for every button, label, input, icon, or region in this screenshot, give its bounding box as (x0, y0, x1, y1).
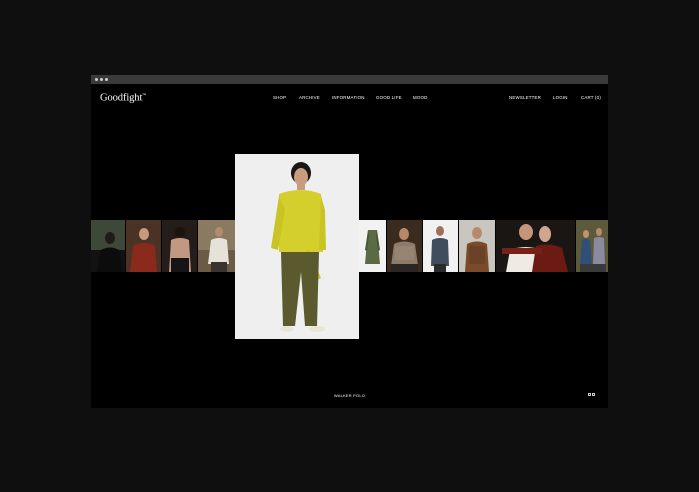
model-photo (576, 220, 608, 272)
model-photo (235, 154, 359, 339)
carousel-thumb[interactable] (496, 220, 575, 272)
carousel-thumb[interactable] (126, 220, 161, 272)
browser-window: Goodfight™ SHOP ARCHIVE INFORMATION GOOD… (91, 75, 608, 408)
grid-view-toggle[interactable] (588, 393, 595, 396)
carousel-thumb[interactable] (459, 220, 495, 272)
nav-good-life[interactable]: GOOD LIFE (376, 95, 402, 100)
model-photo (387, 220, 422, 272)
grid-square-icon (588, 393, 591, 396)
model-photo (459, 220, 495, 272)
carousel-thumb[interactable] (576, 220, 608, 272)
carousel-thumb[interactable] (387, 220, 422, 272)
nav-shop[interactable]: SHOP (273, 95, 286, 100)
model-photo (162, 220, 197, 272)
carousel-thumb[interactable] (198, 220, 235, 272)
model-photo (496, 220, 575, 272)
nav-mood[interactable]: MOOD (413, 95, 427, 100)
model-photo (423, 220, 458, 272)
nav-cart[interactable]: CART (0) (581, 95, 601, 100)
site: Goodfight™ SHOP ARCHIVE INFORMATION GOOD… (91, 84, 608, 408)
carousel-thumb[interactable] (91, 220, 125, 272)
trademark-mark: ™ (142, 92, 147, 97)
nav-login[interactable]: LOGIN (553, 95, 568, 100)
nav-information[interactable]: INFORMATION (332, 95, 365, 100)
logo-text: Goodfight (100, 92, 143, 104)
grid-square-icon (592, 393, 595, 396)
window-dot (95, 78, 98, 81)
nav-archive[interactable]: ARCHIVE (299, 95, 320, 100)
nav-newsletter[interactable]: NEWSLETTER (509, 95, 541, 100)
carousel-thumb[interactable] (162, 220, 197, 272)
window-dot (105, 78, 108, 81)
featured-product-name: WALKER POLO (333, 393, 366, 398)
browser-chrome (91, 75, 608, 84)
featured-product-image[interactable] (235, 154, 359, 339)
model-photo (198, 220, 235, 272)
window-dot (100, 78, 103, 81)
carousel-thumb[interactable] (359, 220, 386, 272)
model-photo (126, 220, 161, 272)
site-logo[interactable]: Goodfight™ (100, 92, 146, 104)
coat-photo (359, 220, 386, 272)
model-photo (91, 220, 125, 272)
carousel-thumb[interactable] (423, 220, 458, 272)
